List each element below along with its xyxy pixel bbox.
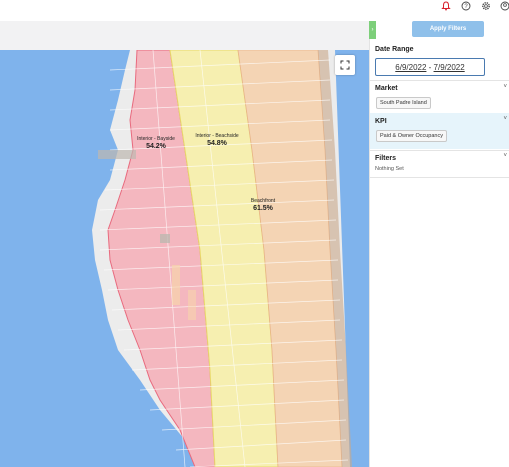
filters-value: Nothing Set [375, 166, 404, 172]
chevron-right-icon: › [371, 27, 374, 33]
bell-icon[interactable] [440, 0, 452, 12]
zone-label-beachfront: Beachfront 61.5% [240, 198, 286, 213]
map-canvas [0, 50, 369, 467]
date-end: 7/9/2022 [433, 62, 465, 72]
divider [370, 150, 509, 151]
building-block [188, 290, 196, 320]
date-separator: - [426, 62, 434, 72]
chevron-down-icon[interactable]: ˅ [503, 116, 507, 122]
account-icon[interactable] [499, 0, 509, 12]
market-title: Market [375, 85, 398, 92]
map-toolbar [0, 21, 369, 50]
zone-value: 54.8% [207, 139, 227, 147]
settings-icon[interactable] [480, 0, 492, 12]
collapse-panel-button[interactable]: › [369, 21, 376, 39]
zone-label-beachside: Interior - Beachside 54.8% [191, 133, 243, 148]
divider [370, 177, 509, 178]
market-chip[interactable]: South Padre Island [376, 97, 431, 109]
divider [370, 80, 509, 81]
building-block [98, 150, 136, 159]
map-view[interactable]: Interior - Bayside 54.2% Interior - Beac… [0, 50, 369, 467]
zone-label-bayside: Interior - Bayside 54.2% [130, 136, 182, 151]
zone-value: 54.2% [146, 142, 166, 150]
zone-name: Interior - Beachside [195, 133, 239, 139]
zone-value: 61.5% [253, 204, 273, 212]
building-block [160, 234, 170, 243]
zone-name: Interior - Bayside [137, 136, 175, 142]
date-start: 6/9/2022 [395, 62, 427, 72]
filters-title: Filters [375, 155, 397, 162]
top-bar [0, 0, 509, 14]
kpi-title: KPI [375, 118, 387, 125]
help-icon[interactable]: ? [460, 0, 472, 12]
apply-filters-button[interactable]: Apply Filters [412, 21, 484, 37]
date-range-input[interactable]: 6/9/2022 - 7/9/2022 [375, 58, 485, 76]
building-block [172, 265, 180, 305]
fullscreen-button[interactable] [335, 55, 355, 75]
kpi-chip[interactable]: Paid & Owner Occupancy [376, 130, 447, 142]
chevron-down-icon[interactable]: ˅ [503, 153, 507, 159]
chevron-down-icon[interactable]: ˅ [503, 84, 507, 90]
date-range-title: Date Range [375, 46, 414, 53]
fullscreen-icon [340, 60, 350, 70]
